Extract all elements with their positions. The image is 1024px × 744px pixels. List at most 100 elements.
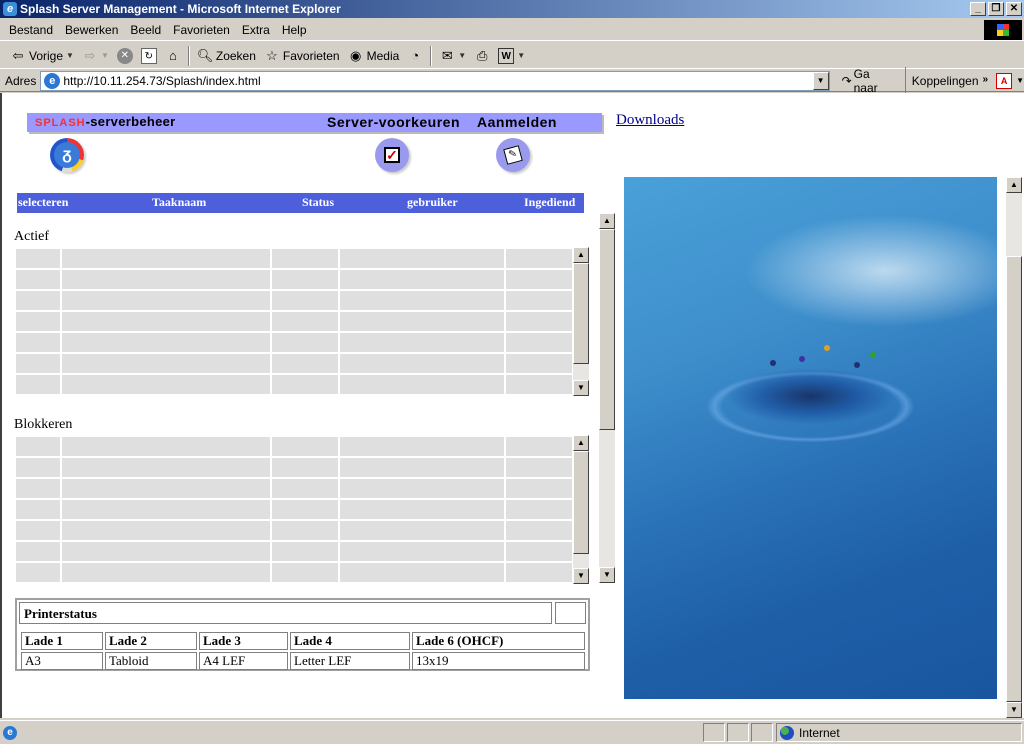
droplet bbox=[799, 356, 805, 362]
home-button[interactable]: ⌂ bbox=[161, 48, 185, 64]
downloads-link[interactable]: Downloads bbox=[616, 112, 684, 129]
job-cell bbox=[272, 437, 338, 456]
column-submitted[interactable]: Ingediend bbox=[524, 195, 575, 210]
address-bar: Adres e http://10.11.254.73/Splash/index… bbox=[0, 66, 1024, 95]
column-job-name[interactable]: Taaknaam bbox=[152, 195, 206, 210]
job-row[interactable] bbox=[16, 354, 573, 373]
job-cell bbox=[16, 500, 60, 519]
menu-help[interactable]: Help bbox=[276, 23, 313, 37]
scroll-down-icon[interactable]: ▼ bbox=[573, 380, 589, 396]
job-row[interactable] bbox=[16, 375, 573, 394]
scroll-up-icon[interactable]: ▲ bbox=[599, 213, 615, 229]
stop-icon: ✕ bbox=[116, 47, 133, 64]
security-zone: Internet bbox=[776, 723, 1022, 742]
globe-icon bbox=[780, 725, 794, 740]
maximize-button[interactable]: ❐ bbox=[988, 2, 1004, 16]
go-button[interactable]: ↷ Ga naar bbox=[842, 66, 906, 95]
jobs-frame-scrollbar[interactable]: ▲ ▼ bbox=[599, 213, 615, 583]
active-grid-scrollbar[interactable]: ▲ ▼ bbox=[573, 247, 589, 396]
forward-dropdown-icon[interactable]: ▼ bbox=[101, 51, 109, 60]
scroll-down-icon[interactable]: ▼ bbox=[573, 568, 589, 584]
windows-logo bbox=[984, 20, 1022, 40]
job-row[interactable] bbox=[16, 563, 573, 582]
links-button[interactable]: Koppelingen » bbox=[912, 74, 988, 88]
pdf-button[interactable]: A ▼ bbox=[996, 72, 1024, 89]
mail-button[interactable]: ✉ ▼ bbox=[435, 48, 470, 64]
menu-bestand[interactable]: Bestand bbox=[3, 23, 59, 37]
scroll-up-icon[interactable]: ▲ bbox=[1006, 177, 1022, 193]
job-cell bbox=[506, 563, 572, 582]
menu-extra[interactable]: Extra bbox=[236, 23, 276, 37]
forward-button[interactable]: ⇨ ▼ bbox=[78, 48, 113, 64]
column-user[interactable]: gebruiker bbox=[407, 195, 458, 210]
status-pane bbox=[703, 723, 725, 742]
checkbox-preferences-icon[interactable]: ✓ bbox=[375, 138, 409, 172]
scroll-thumb[interactable] bbox=[573, 263, 589, 364]
close-button[interactable]: ✕ bbox=[1006, 2, 1022, 16]
page-status-icon: e bbox=[3, 725, 17, 740]
brand-splash: SPLASH bbox=[35, 117, 86, 129]
job-cell bbox=[62, 249, 270, 268]
job-row[interactable] bbox=[16, 312, 573, 331]
page-scrollbar[interactable]: ▲ ▼ bbox=[1006, 177, 1022, 718]
job-cell bbox=[340, 563, 504, 582]
back-dropdown-icon[interactable]: ▼ bbox=[66, 51, 74, 60]
active-section-title: Actief bbox=[14, 229, 49, 244]
address-dropdown-button[interactable]: ▼ bbox=[812, 71, 829, 90]
job-cell bbox=[340, 333, 504, 352]
job-cell bbox=[16, 333, 60, 352]
menu-favorieten[interactable]: Favorieten bbox=[167, 23, 236, 37]
job-cell bbox=[62, 437, 270, 456]
job-row[interactable] bbox=[16, 479, 573, 498]
job-row[interactable] bbox=[16, 333, 573, 352]
mail-dropdown-icon[interactable]: ▼ bbox=[458, 51, 466, 60]
job-cell bbox=[62, 270, 270, 289]
pdf-dropdown-icon[interactable]: ▼ bbox=[1016, 76, 1024, 85]
column-select[interactable]: selecteren bbox=[18, 195, 68, 210]
job-row[interactable] bbox=[16, 542, 573, 561]
scroll-thumb[interactable] bbox=[599, 229, 615, 430]
back-button[interactable]: ⇦ Vorige ▼ bbox=[6, 48, 78, 64]
blocked-grid-scrollbar[interactable]: ▲ ▼ bbox=[573, 435, 589, 584]
media-button[interactable]: ◉ Media bbox=[344, 48, 404, 64]
job-row[interactable] bbox=[16, 500, 573, 519]
notepad-login-icon[interactable]: ✎ bbox=[496, 138, 530, 172]
scroll-down-icon[interactable]: ▼ bbox=[599, 567, 615, 583]
links-chevron-icon[interactable]: » bbox=[983, 74, 989, 85]
nav-login[interactable]: Aanmelden bbox=[477, 114, 557, 130]
edit-dropdown-icon[interactable]: ▼ bbox=[517, 51, 525, 60]
job-row[interactable] bbox=[16, 458, 573, 477]
scroll-thumb[interactable] bbox=[1006, 256, 1022, 702]
favorites-button[interactable]: ☆ Favorieten bbox=[260, 48, 344, 64]
media-icon: ◉ bbox=[349, 47, 362, 63]
job-cell bbox=[506, 333, 572, 352]
tray-header: Lade 3 bbox=[199, 632, 288, 650]
refresh-button[interactable]: ↻ bbox=[137, 47, 161, 64]
scroll-thumb[interactable] bbox=[573, 451, 589, 554]
job-row[interactable] bbox=[16, 291, 573, 310]
address-url[interactable]: http://10.11.254.73/Splash/index.html bbox=[63, 74, 260, 88]
edit-button[interactable]: W ▼ bbox=[494, 47, 529, 64]
column-status[interactable]: Status bbox=[302, 195, 334, 210]
scroll-down-icon[interactable]: ▼ bbox=[1006, 702, 1022, 718]
water-drop-image bbox=[624, 177, 997, 699]
print-button[interactable]: ⎙ bbox=[470, 48, 494, 64]
job-cell bbox=[272, 542, 338, 561]
menu-beeld[interactable]: Beeld bbox=[124, 23, 167, 37]
splash-logo-icon[interactable]: ᵹ bbox=[50, 138, 84, 172]
menu-bewerken[interactable]: Bewerken bbox=[59, 23, 124, 37]
stop-button[interactable]: ✕ bbox=[113, 47, 137, 64]
nav-server-preferences[interactable]: Server-voorkeuren bbox=[327, 114, 460, 130]
job-row[interactable] bbox=[16, 270, 573, 289]
scroll-up-icon[interactable]: ▲ bbox=[573, 435, 589, 451]
minimize-button[interactable]: _ bbox=[970, 2, 986, 16]
history-button[interactable]: ◔ bbox=[403, 48, 427, 64]
job-cell bbox=[506, 458, 572, 477]
address-input[interactable]: e http://10.11.254.73/Splash/index.html … bbox=[40, 70, 830, 91]
job-row[interactable] bbox=[16, 249, 573, 268]
search-button[interactable]: 🔍︎ Zoeken bbox=[193, 48, 260, 64]
links-label: Koppelingen bbox=[911, 73, 979, 88]
job-row[interactable] bbox=[16, 521, 573, 540]
job-row[interactable] bbox=[16, 437, 573, 456]
scroll-up-icon[interactable]: ▲ bbox=[573, 247, 589, 263]
